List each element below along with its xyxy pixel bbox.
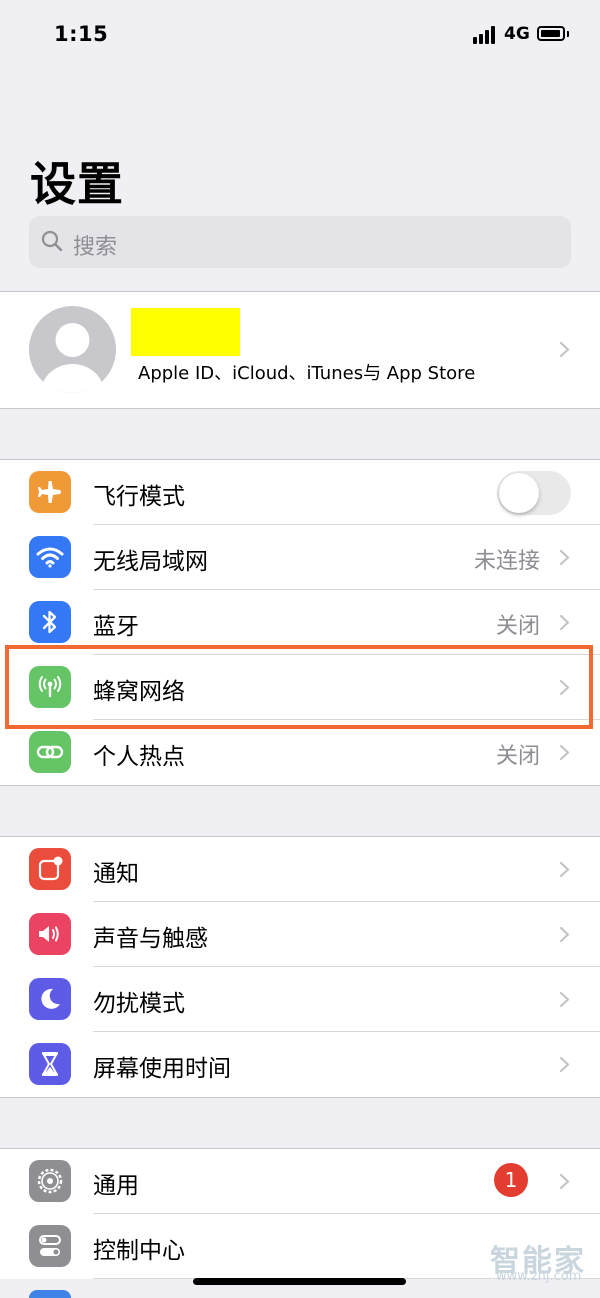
row-label: 蓝牙	[93, 614, 139, 640]
sound-icon	[29, 913, 71, 955]
home-indicator[interactable]	[193, 1278, 406, 1285]
page-title: 设置	[30, 157, 124, 211]
next-row-icon	[29, 1290, 71, 1298]
search-bar[interactable]: 搜索	[29, 216, 571, 268]
moon-icon	[29, 978, 71, 1020]
notification-icon	[29, 848, 71, 890]
search-placeholder: 搜索	[73, 235, 118, 260]
row-label: 个人热点	[93, 744, 185, 770]
hourglass-icon	[29, 1043, 71, 1085]
chevron-right-icon	[559, 1056, 570, 1073]
toggles-icon	[29, 1225, 71, 1267]
row-label: 无线局域网	[93, 549, 208, 575]
redacted-name	[131, 308, 240, 356]
bluetooth-status: 关闭	[495, 614, 540, 639]
watermark-url: www.znj.com	[496, 1269, 582, 1284]
chevron-right-icon	[559, 744, 570, 761]
row-label: 通用	[93, 1173, 139, 1199]
status-time: 1:15	[54, 22, 109, 46]
battery-icon	[537, 26, 565, 41]
general-row[interactable]: 通用 1	[0, 1149, 600, 1214]
hotspot-row[interactable]: 个人热点 关闭	[0, 720, 600, 785]
row-label: 屏幕使用时间	[93, 1056, 231, 1082]
gear-icon	[29, 1160, 71, 1202]
chevron-right-icon	[559, 861, 570, 878]
airplane-mode-row[interactable]: 飞行模式	[0, 460, 600, 525]
chevron-right-icon	[559, 926, 570, 943]
update-badge: 1	[494, 1163, 528, 1197]
connectivity-group: 飞行模式 无线局域网 未连接 蓝牙 关闭 蜂窝网络 个人热点 关闭	[0, 459, 600, 786]
airplane-icon	[29, 471, 71, 513]
chevron-right-icon	[559, 1173, 570, 1190]
chevron-right-icon	[559, 341, 570, 358]
row-label: 飞行模式	[93, 484, 185, 510]
battery-tip	[567, 31, 569, 37]
row-label: 声音与触感	[93, 926, 208, 952]
wifi-icon	[29, 536, 71, 578]
bluetooth-icon	[29, 601, 71, 643]
search-icon	[41, 230, 63, 252]
hotspot-icon	[29, 731, 71, 773]
row-label: 勿扰模式	[93, 991, 185, 1017]
signal-icon	[473, 26, 499, 44]
sounds-row[interactable]: 声音与触感	[0, 902, 600, 967]
hotspot-status: 关闭	[495, 744, 540, 769]
wifi-row[interactable]: 无线局域网 未连接	[0, 525, 600, 590]
status-bar: 1:15 4G	[0, 0, 600, 72]
chevron-right-icon	[559, 614, 570, 631]
chevron-right-icon	[559, 549, 570, 566]
chevron-right-icon	[559, 991, 570, 1008]
avatar	[29, 306, 116, 393]
wifi-status: 未连接	[473, 549, 540, 574]
row-label: 控制中心	[93, 1238, 185, 1264]
screen-time-row[interactable]: 屏幕使用时间	[0, 1032, 600, 1097]
highlight-frame	[5, 645, 593, 729]
row-label: 通知	[93, 861, 139, 887]
notifications-group: 通知 声音与触感 勿扰模式 屏幕使用时间	[0, 836, 600, 1098]
airplane-mode-toggle[interactable]	[497, 471, 571, 515]
notifications-row[interactable]: 通知	[0, 837, 600, 902]
watermark: 智能家 www.znj.com	[490, 1236, 595, 1284]
network-type: 4G	[504, 24, 530, 44]
profile-subtitle: Apple ID、iCloud、iTunes与 App Store	[138, 363, 476, 384]
do-not-disturb-row[interactable]: 勿扰模式	[0, 967, 600, 1032]
